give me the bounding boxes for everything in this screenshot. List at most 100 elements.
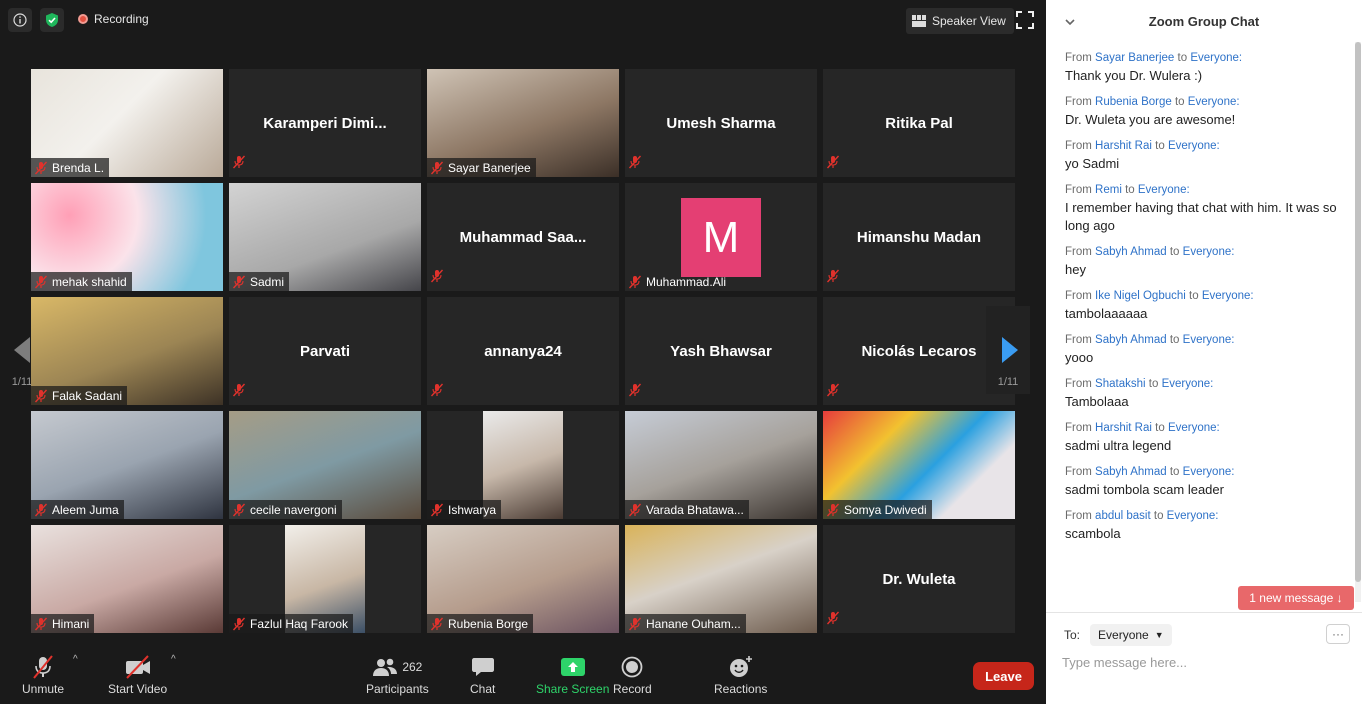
record-label: Record: [613, 682, 652, 696]
participant-tile[interactable]: Somya Dwivedi: [823, 411, 1015, 519]
recipient-name[interactable]: Everyone:: [1202, 290, 1254, 302]
arrow-right-icon[interactable]: [1000, 336, 1020, 364]
muted-microphone-icon: [232, 503, 246, 516]
scrollbar-thumb[interactable]: [1355, 42, 1361, 582]
muted-microphone-icon: [628, 503, 642, 516]
participant-tile[interactable]: mehak shahid: [31, 183, 223, 291]
participant-tile[interactable]: Parvati: [229, 297, 421, 405]
chat-message-text: sadmi ultra legend: [1065, 438, 1172, 453]
sender-name[interactable]: abdul basit: [1095, 510, 1151, 522]
encryption-shield-icon[interactable]: [40, 8, 64, 32]
participant-tile[interactable]: Karamperi Dimi...: [229, 69, 421, 177]
more-options-button[interactable]: ···: [1326, 624, 1350, 644]
participant-tile[interactable]: Rubenia Borge: [427, 525, 619, 633]
participant-name: Sadmi: [250, 274, 285, 289]
muted-microphone-icon: [430, 503, 444, 516]
muted-microphone-icon: [232, 275, 246, 288]
recipient-name[interactable]: Everyone:: [1162, 378, 1214, 390]
participants-icon: [373, 658, 398, 676]
sender-name[interactable]: Remi: [1095, 184, 1122, 196]
from-word: From: [1065, 334, 1092, 346]
recipient-name[interactable]: Everyone:: [1168, 422, 1220, 434]
sender-name[interactable]: Shatakshi: [1095, 378, 1146, 390]
sender-name[interactable]: Harshit Rai: [1095, 140, 1152, 152]
participant-tile[interactable]: Sayar Banerjee: [427, 69, 619, 177]
reactions-button[interactable]: Reactions: [714, 654, 767, 696]
share-screen-button[interactable]: Share Screen: [536, 654, 609, 696]
chat-message-meta: From Harshit Rai to Everyone:: [1065, 420, 1340, 436]
audio-options-chevron-icon[interactable]: ^: [73, 654, 78, 665]
chat-scrollbar[interactable]: [1355, 42, 1361, 602]
sender-name[interactable]: Ike Nigel Ogbuchi: [1095, 290, 1186, 302]
participant-name-label: Ishwarya: [427, 500, 502, 519]
leave-button[interactable]: Leave: [973, 662, 1034, 690]
start-video-label: Start Video: [108, 682, 168, 696]
muted-microphone-icon: [628, 275, 642, 288]
participant-tile[interactable]: Yash Bhawsar: [625, 297, 817, 405]
recipient-name[interactable]: Everyone:: [1183, 334, 1235, 346]
new-message-button[interactable]: 1 new message ↓: [1238, 586, 1354, 610]
participant-name-label: cecile navergoni: [229, 500, 342, 519]
recipient-name[interactable]: Everyone:: [1183, 466, 1235, 478]
participant-name: Muhammad.Ali: [646, 274, 727, 289]
sender-name[interactable]: Sabyh Ahmad: [1095, 334, 1167, 346]
unmute-button[interactable]: Unmute: [22, 654, 64, 696]
recipient-name[interactable]: Everyone:: [1168, 140, 1220, 152]
participants-button[interactable]: 262 Participants: [366, 654, 429, 696]
participant-tile[interactable]: Falak Sadani: [31, 297, 223, 405]
participant-tile[interactable]: cecile navergoni: [229, 411, 421, 519]
chat-message-input[interactable]: [1062, 652, 1332, 672]
participant-tile[interactable]: Ishwarya: [427, 411, 619, 519]
participant-tile[interactable]: Hanane Ouham...: [625, 525, 817, 633]
sender-name[interactable]: Harshit Rai: [1095, 422, 1152, 434]
chat-message-list[interactable]: From Sayar Banerjee to Everyone: Thank yo…: [1065, 50, 1340, 552]
participant-name: Yash Bhawsar: [670, 342, 772, 360]
chat-message: From Shatakshi to Everyone: Tambolaaa: [1065, 376, 1340, 411]
participant-tile[interactable]: Himanshu Madan: [823, 183, 1015, 291]
start-video-button[interactable]: Start Video: [108, 654, 167, 696]
chat-button[interactable]: Chat: [470, 654, 495, 696]
recipient-name[interactable]: Everyone:: [1183, 246, 1235, 258]
chat-message-text: hey: [1065, 262, 1086, 277]
fullscreen-icon[interactable]: [1016, 11, 1034, 34]
info-icon[interactable]: [8, 8, 32, 32]
sender-name[interactable]: Sabyh Ahmad: [1095, 246, 1167, 258]
gallery-grid: Brenda L. Karamperi Dimi... Sayar Banerjee…: [31, 69, 1015, 633]
record-button[interactable]: Record: [613, 654, 652, 696]
participant-tile[interactable]: Himani: [31, 525, 223, 633]
video-options-chevron-icon[interactable]: ^: [171, 654, 176, 665]
participant-tile[interactable]: Brenda L.: [31, 69, 223, 177]
participant-tile[interactable]: Aleem Juma: [31, 411, 223, 519]
arrow-left-icon[interactable]: [12, 336, 32, 364]
sender-name[interactable]: Sabyh Ahmad: [1095, 466, 1167, 478]
recording-indicator[interactable]: Recording: [78, 12, 149, 26]
muted-microphone-icon: [34, 161, 48, 174]
participant-name-label: Sadmi: [229, 272, 290, 291]
recipient-name[interactable]: Everyone:: [1190, 52, 1242, 64]
recipient-select[interactable]: Everyone ▼: [1090, 624, 1172, 646]
video-area: Recording Speaker View 1/11 Brenda L. Kar…: [0, 0, 1046, 704]
chevron-down-icon[interactable]: [1064, 15, 1076, 30]
participant-name: Rubenia Borge: [448, 616, 529, 631]
participant-name: annanya24: [484, 342, 562, 360]
participant-tile[interactable]: M Muhammad.Ali: [625, 183, 817, 291]
to-word: to: [1153, 510, 1164, 522]
recipient-name[interactable]: Everyone:: [1188, 96, 1240, 108]
sender-name[interactable]: Sayar Banerjee: [1095, 52, 1174, 64]
participant-tile[interactable]: Sadmi: [229, 183, 421, 291]
participant-tile[interactable]: annanya24: [427, 297, 619, 405]
participant-tile[interactable]: Umesh Sharma: [625, 69, 817, 177]
next-page-pager[interactable]: 1/11: [986, 306, 1030, 394]
muted-microphone-icon: [826, 155, 840, 169]
sender-name[interactable]: Rubenia Borge: [1095, 96, 1172, 108]
participant-tile[interactable]: Dr. Wuleta: [823, 525, 1015, 633]
participant-tile[interactable]: Muhammad Saa...: [427, 183, 619, 291]
participant-tile[interactable]: Ritika Pal: [823, 69, 1015, 177]
from-word: From: [1065, 140, 1092, 152]
recipient-name[interactable]: Everyone:: [1138, 184, 1190, 196]
participant-tile[interactable]: Fazlul Haq Farook: [229, 525, 421, 633]
chat-message-meta: From Harshit Rai to Everyone:: [1065, 138, 1340, 154]
recipient-name[interactable]: Everyone:: [1167, 510, 1219, 522]
participant-tile[interactable]: Varada Bhatawa...: [625, 411, 817, 519]
speaker-view-button[interactable]: Speaker View: [906, 8, 1014, 34]
